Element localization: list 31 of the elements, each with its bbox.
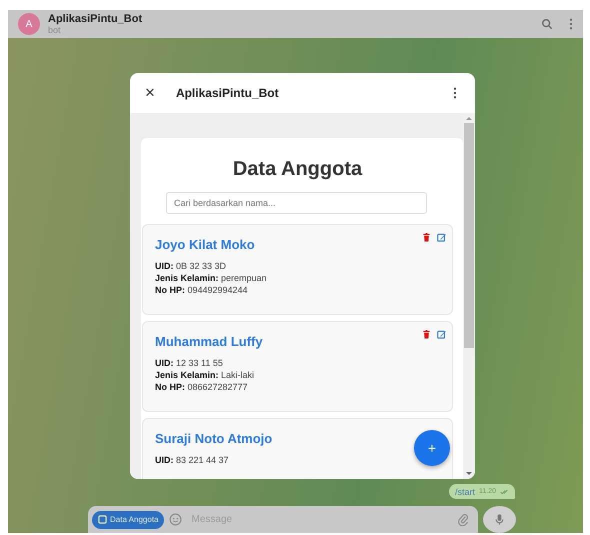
emoji-icon[interactable]	[169, 513, 182, 526]
member-name: Suraji Noto Atmojo	[155, 431, 272, 446]
member-detail: UID: 12 33 11 55	[155, 357, 224, 369]
trash-icon[interactable]	[422, 330, 431, 339]
edit-icon[interactable]	[437, 233, 446, 242]
member-detail: No HP: 086627282777	[155, 381, 249, 393]
message-text[interactable]: /start	[454, 486, 475, 496]
search-field[interactable]: Cari berdasarkan nama...	[166, 192, 427, 214]
member-name: Muhammad Luffy	[155, 334, 263, 349]
chat-title: AplikasiPintu_Bot	[48, 13, 144, 25]
avatar[interactable]: A	[18, 13, 40, 35]
paperclip-icon[interactable]	[457, 513, 470, 526]
read-ticks-icon	[500, 488, 509, 494]
menu-icon[interactable]	[453, 87, 457, 99]
window-icon	[98, 515, 107, 524]
web-app-title: AplikasiPintu_Bot	[176, 86, 280, 100]
member-detail: UID: 83 221 44 37	[155, 454, 230, 466]
microphone-icon	[493, 513, 506, 526]
member-detail: UID: 0B 32 33 3D	[155, 260, 228, 272]
member-detail: Jenis Kelamin: perempuan	[155, 272, 268, 284]
chat-subtitle: bot	[48, 25, 62, 35]
menu-button[interactable]: Data Anggota	[92, 510, 164, 528]
member-detail: Jenis Kelamin: Laki-laki	[155, 369, 256, 381]
page-heading: Data Anggota	[232, 158, 364, 181]
member-detail: No HP: 094492994244	[155, 284, 249, 296]
close-button[interactable]: ×	[142, 84, 158, 102]
microphone-button[interactable]	[483, 506, 516, 533]
member-name: Joyo Kilat Moko	[155, 237, 255, 252]
search-icon[interactable]	[541, 18, 553, 30]
edit-icon[interactable]	[437, 330, 446, 339]
trash-icon[interactable]	[422, 233, 431, 242]
